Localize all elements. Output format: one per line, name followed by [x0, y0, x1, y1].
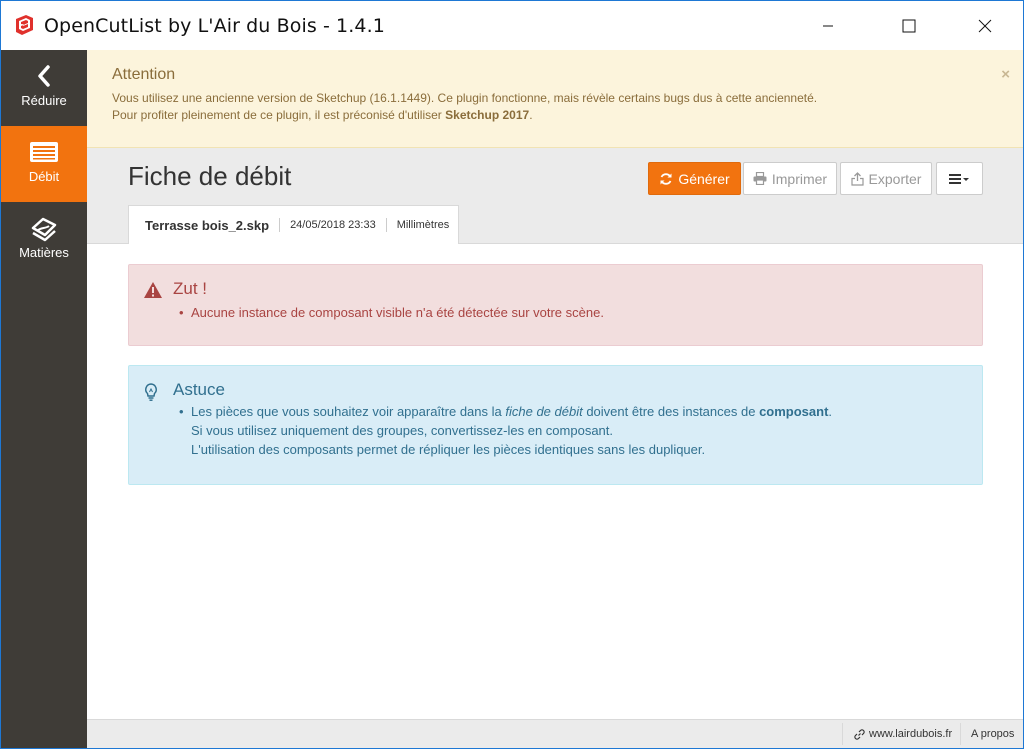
page-header: Fiche de débit Générer Imprimer Exporter: [87, 148, 1023, 244]
generate-button[interactable]: Générer: [648, 162, 741, 195]
lightbulb-icon: [143, 382, 159, 407]
window-title: OpenCutList by L'Air du Bois - 1.4.1: [44, 15, 385, 37]
divider: [842, 723, 843, 745]
minimize-icon: [823, 25, 833, 26]
close-icon: [978, 19, 992, 32]
status-bar: www.lairdubois.fr A propos: [87, 719, 1023, 748]
attention-close-button[interactable]: ×: [1001, 66, 1010, 83]
about-link[interactable]: A propos: [971, 728, 1014, 740]
attention-title: Attention: [112, 66, 176, 83]
link-icon: [854, 728, 865, 740]
sidebar-item-debit[interactable]: Débit: [1, 126, 87, 202]
export-button[interactable]: Exporter: [840, 162, 932, 195]
sidebar-item-label: Réduire: [21, 93, 67, 108]
generate-label: Générer: [678, 170, 730, 187]
file-units: Millimètres: [396, 219, 450, 231]
attention-message-line1: Vous utilisez une ancienne version de Sk…: [112, 91, 818, 105]
tip-line-3: L'utilisation des composants permet de r…: [191, 442, 706, 457]
sidebar-item-matieres[interactable]: Matières: [1, 202, 87, 278]
tip-line-2: Si vous utilisez uniquement des groupes,…: [191, 423, 613, 438]
sidebar-item-reduire[interactable]: Réduire: [1, 50, 87, 126]
title-bar: OpenCutList by L'Air du Bois - 1.4.1: [1, 1, 1023, 50]
close-button[interactable]: [962, 1, 1008, 50]
maximize-button[interactable]: [886, 1, 932, 50]
file-tab[interactable]: Terrasse bois_2.skp 24/05/2018 23:33 Mil…: [128, 205, 459, 244]
error-alert-title: Zut !: [173, 279, 208, 298]
tip-alert-title: Astuce: [173, 380, 225, 399]
hamburger-icon: [948, 173, 971, 185]
sketchup-app-icon: [13, 14, 35, 36]
sidebar: Réduire Débit Matières: [1, 50, 87, 748]
page-title: Fiche de débit: [128, 161, 292, 191]
app-window: OpenCutList by L'Air du Bois - 1.4.1 Réd…: [0, 0, 1024, 749]
upload-icon: [850, 171, 864, 186]
error-alert-message: Aucune instance de composant visible n'a…: [191, 305, 604, 320]
sidebar-item-label: Matières: [19, 245, 69, 260]
tip-line-1: Les pièces que vous souhaitez voir appar…: [191, 404, 833, 419]
website-link-label: www.lairdubois.fr: [869, 728, 953, 740]
file-datetime: 24/05/2018 23:33: [290, 219, 376, 231]
sidebar-item-label: Débit: [28, 169, 60, 184]
print-button[interactable]: Imprimer: [743, 162, 837, 195]
divider: [279, 218, 281, 232]
divider: [960, 723, 961, 745]
file-name: Terrasse bois_2.skp: [145, 217, 270, 233]
list-icon: [1, 140, 87, 168]
options-menu-button[interactable]: [936, 162, 983, 195]
refresh-icon: [659, 172, 673, 186]
main-content: Zut ! • Aucune instance de composant vis…: [87, 244, 1023, 719]
print-label: Imprimer: [771, 170, 828, 187]
print-icon: [753, 172, 767, 185]
material-icon: [1, 216, 87, 244]
divider: [385, 218, 387, 232]
export-label: Exporter: [868, 170, 922, 187]
attention-message-line2: Pour profiter pleinement de ce plugin, i…: [112, 108, 533, 122]
bullet: •: [179, 305, 184, 320]
error-alert: Zut ! • Aucune instance de composant vis…: [128, 264, 983, 346]
website-link[interactable]: www.lairdubois.fr: [854, 728, 952, 740]
chevron-left-icon: [1, 64, 87, 92]
tip-alert: Astuce • Les pièces que vous souhaitez v…: [128, 365, 983, 485]
maximize-icon: [902, 19, 916, 32]
sketchup-version-strong: Sketchup 2017: [445, 108, 530, 122]
attention-banner: Attention Vous utilisez une ancienne ver…: [87, 50, 1023, 148]
warning-icon: [143, 281, 163, 304]
minimize-button[interactable]: [805, 1, 851, 50]
bullet: •: [179, 404, 184, 419]
